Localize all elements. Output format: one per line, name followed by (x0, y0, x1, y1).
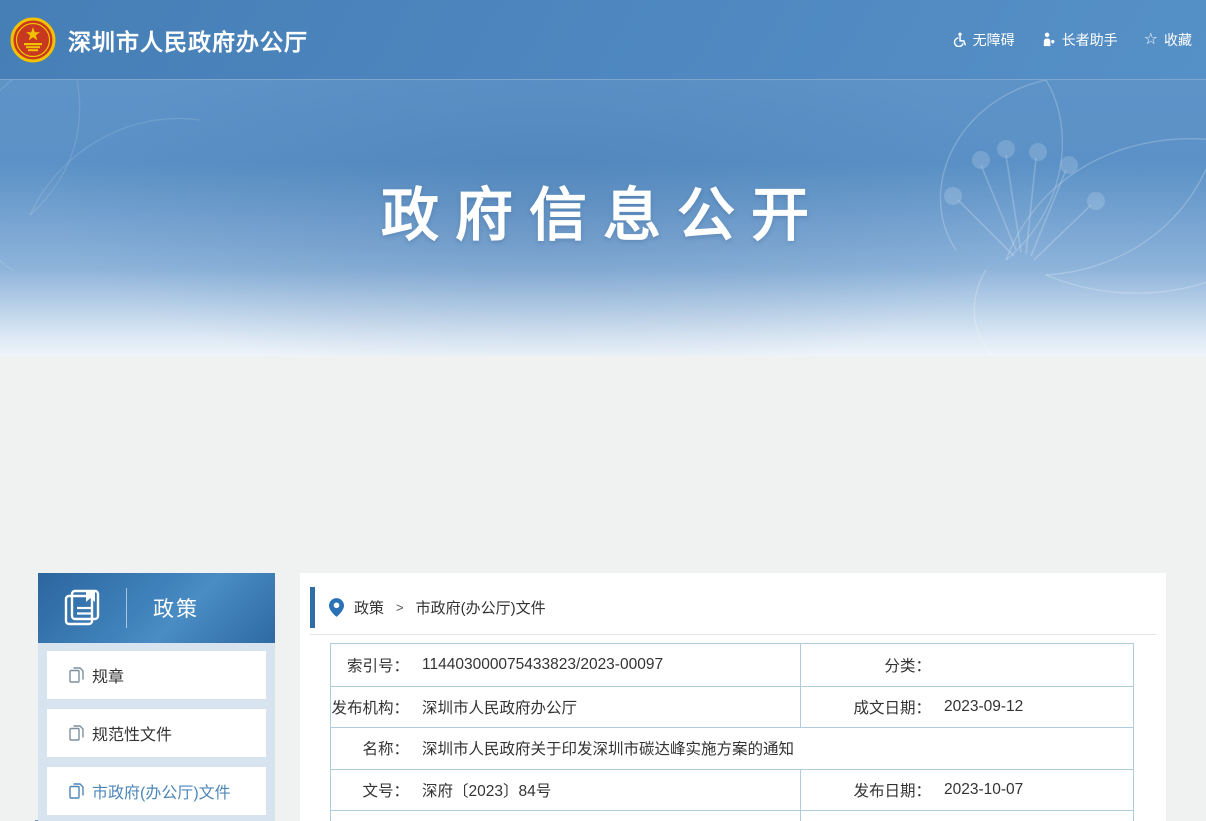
location-pin-icon (329, 598, 344, 617)
document-name-cell: 名称： 深圳市人民政府关于印发深圳市碳达峰实施方案的通知 (331, 728, 1133, 769)
document-number-label: 文号： (331, 779, 409, 801)
sidebar-item-label: 规范性文件 (92, 721, 172, 745)
breadcrumb-separator: > (396, 600, 404, 615)
wheelchair-icon (952, 32, 967, 47)
elder-person-icon (1041, 32, 1056, 47)
favorite-label: 收藏 (1164, 30, 1192, 50)
breadcrumb: 政策 > 市政府(办公厅)文件 (310, 587, 1156, 628)
top-header-bar: 深圳市人民政府办公厅 无障碍 长者助手 ☆ 收藏 (0, 0, 1206, 80)
star-icon: ☆ (1144, 32, 1158, 48)
policy-book-icon (60, 586, 104, 630)
category-label: 分类： (801, 654, 931, 676)
category-cell: 分类： (801, 644, 1133, 686)
page-banner: 政府信息公开 (0, 80, 1206, 356)
issue-date-value: 2023-09-12 (944, 698, 1023, 716)
sidebar-header-divider (126, 588, 127, 628)
accessibility-label: 无障碍 (973, 30, 1015, 50)
document-name-label: 名称： (331, 737, 409, 759)
sidebar-item-regulations[interactable]: 规章 (47, 651, 266, 699)
table-row: 发布机构： 深圳市人民政府办公厅 成文日期： 2023-09-12 (331, 686, 1133, 728)
sidebar-header: 政策 (38, 573, 275, 643)
document-name-value: 深圳市人民政府关于印发深圳市碳达峰实施方案的通知 (422, 737, 794, 759)
document-icon (69, 725, 84, 741)
elder-helper-link[interactable]: 长者助手 (1041, 30, 1118, 50)
document-number-cell: 文号： 深府〔2023〕84号 (331, 770, 801, 811)
table-row: 名称： 深圳市人民政府关于印发深圳市碳达峰实施方案的通知 (331, 727, 1133, 769)
table-row: 文号： 深府〔2023〕84号 发布日期： 2023-10-07 (331, 769, 1133, 811)
search-section (0, 356, 1206, 573)
index-number-value: 114403000075433823/2023-00097 (422, 656, 663, 674)
sidebar-item-label: 规章 (92, 663, 124, 687)
utility-links: 无障碍 长者助手 ☆ 收藏 (952, 30, 1192, 50)
sidebar-menu: 规章 规范性文件 市政府(办公厅)文件 (38, 643, 275, 821)
favorite-link[interactable]: ☆ 收藏 (1144, 30, 1192, 50)
breadcrumb-divider (310, 634, 1156, 635)
issuing-agency-label: 发布机构： (331, 696, 409, 718)
national-emblem-logo (10, 17, 56, 63)
publish-date-cell: 发布日期： 2023-10-07 (801, 770, 1133, 811)
publish-date-value: 2023-10-07 (944, 781, 1023, 799)
index-number-cell: 索引号： 114403000075433823/2023-00097 (331, 644, 801, 686)
document-icon (69, 667, 84, 683)
sidebar-item-normative-documents[interactable]: 规范性文件 (47, 709, 266, 757)
issue-date-cell: 成文日期： 2023-09-12 (801, 687, 1133, 728)
page-title: 政府信息公开 (0, 168, 1206, 252)
document-info-table: 索引号： 114403000075433823/2023-00097 分类： 发… (330, 643, 1134, 821)
document-number-value: 深府〔2023〕84号 (422, 779, 551, 801)
sidebar-item-municipal-government-documents[interactable]: 市政府(办公厅)文件 (47, 767, 266, 815)
policy-sidebar: 政策 规章 规范性文件 (38, 573, 275, 821)
site-title: 深圳市人民政府办公厅 (68, 23, 308, 57)
issuing-agency-cell: 发布机构： 深圳市人民政府办公厅 (331, 687, 801, 728)
table-row (331, 810, 1133, 821)
elder-helper-label: 长者助手 (1062, 30, 1118, 50)
breadcrumb-item-documents[interactable]: 市政府(办公厅)文件 (416, 597, 546, 618)
sidebar-header-label: 政策 (153, 593, 199, 623)
issuing-agency-value: 深圳市人民政府办公厅 (422, 696, 577, 718)
next-row-partial (331, 811, 801, 821)
document-icon (69, 783, 84, 799)
table-row: 索引号： 114403000075433823/2023-00097 分类： (331, 644, 1133, 686)
index-number-label: 索引号： (331, 654, 409, 676)
document-detail-panel: 政策 > 市政府(办公厅)文件 索引号： 114403000075433823/… (300, 573, 1166, 821)
accessibility-link[interactable]: 无障碍 (952, 30, 1015, 50)
publish-date-label: 发布日期： (801, 779, 931, 801)
breadcrumb-item-policy[interactable]: 政策 (354, 597, 384, 618)
issue-date-label: 成文日期： (801, 696, 931, 718)
sidebar-item-label: 市政府(办公厅)文件 (92, 779, 231, 803)
